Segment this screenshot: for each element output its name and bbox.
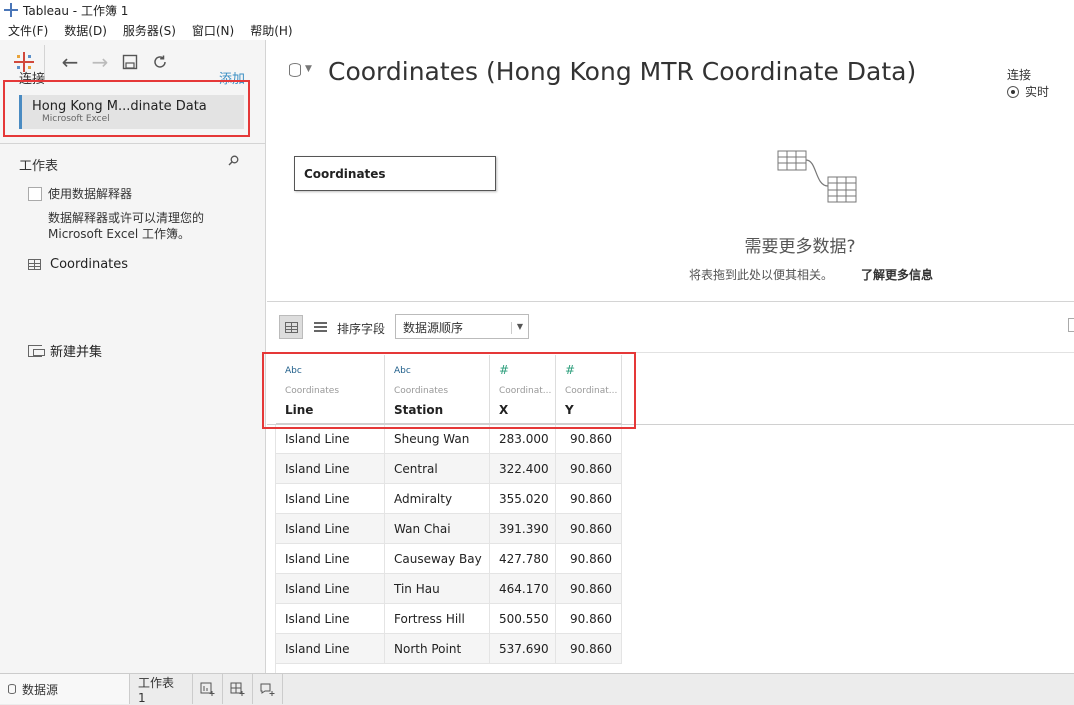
cell-y[interactable]: 90.860 <box>556 574 622 603</box>
list-view-glyph <box>313 322 327 332</box>
menu-window[interactable]: 窗口(N) <box>192 22 234 39</box>
new-sheet-icon[interactable] <box>193 674 223 704</box>
cell-station[interactable]: Wan Chai <box>385 514 490 543</box>
table-row: Island Line Fortress Hill 500.550 90.860 <box>276 604 622 634</box>
learn-more-link[interactable]: 了解更多信息 <box>861 266 933 283</box>
menu-file[interactable]: 文件(F) <box>8 22 48 39</box>
back-icon[interactable]: ← <box>55 47 85 77</box>
cell-x[interactable]: 464.170 <box>490 574 556 603</box>
cell-station[interactable]: Admiralty <box>385 484 490 513</box>
new-union-label: 新建并集 <box>50 345 103 360</box>
cell-y[interactable]: 90.860 <box>556 604 622 633</box>
cell-x[interactable]: 500.550 <box>490 604 556 633</box>
menu-server[interactable]: 服务器(S) <box>123 22 176 39</box>
cell-y[interactable]: 90.860 <box>556 634 622 663</box>
divider <box>267 301 1074 302</box>
highlight-box-columns <box>262 352 636 429</box>
live-connection-option[interactable]: 实时 <box>1007 83 1049 100</box>
grid-view-glyph <box>284 321 298 333</box>
tab-datasource[interactable]: 数据源 <box>0 674 130 704</box>
sheet-item-coordinates[interactable]: Coordinates <box>28 257 128 272</box>
sheet-grid-icon <box>28 259 41 270</box>
new-dashboard-icon[interactable] <box>223 674 253 704</box>
cell-x[interactable]: 322.400 <box>490 454 556 483</box>
cell-x[interactable]: 427.780 <box>490 544 556 573</box>
desc-line-1: 数据解释器或许可以清理您的 <box>48 211 205 225</box>
refresh-icon[interactable] <box>145 47 175 77</box>
cell-line[interactable]: Island Line <box>276 604 385 633</box>
cell-y[interactable]: 90.860 <box>556 454 622 483</box>
tab-datasource-label: 数据源 <box>22 682 59 697</box>
cell-y[interactable]: 90.860 <box>556 514 622 543</box>
sort-field-value: 数据源顺序 <box>403 321 464 335</box>
data-interpreter-checkbox[interactable] <box>28 186 42 201</box>
chevron-down-icon[interactable]: ▼ <box>305 64 312 74</box>
cell-station[interactable]: Central <box>385 454 490 483</box>
cell-y[interactable]: 90.860 <box>556 544 622 573</box>
join-icon <box>777 150 857 203</box>
table-row: Island Line Tin Hau 464.170 90.860 <box>276 574 622 604</box>
data-interpreter-option[interactable]: 使用数据解释器 <box>28 185 132 202</box>
cell-line[interactable]: Island Line <box>276 544 385 573</box>
live-radio[interactable] <box>1007 85 1019 98</box>
cell-station[interactable]: Causeway Bay <box>385 544 490 573</box>
desc-line-2: Microsoft Excel 工作簿。 <box>48 227 191 241</box>
cell-y[interactable]: 90.860 <box>556 484 622 513</box>
title-bar: Tableau - 工作簿 1 <box>0 0 1074 20</box>
sheet-item-label: Coordinates <box>50 257 129 272</box>
tab-bar: 数据源 工作表 1 <box>0 673 1074 705</box>
need-more-data-heading: 需要更多数据? <box>744 237 856 257</box>
cell-x[interactable]: 391.390 <box>490 514 556 543</box>
cell-station[interactable]: North Point <box>385 634 490 663</box>
table-row: Island Line Central 322.400 90.860 <box>276 454 622 484</box>
table-row: Island Line Causeway Bay 427.780 90.860 <box>276 544 622 574</box>
show-aliases-checkbox[interactable] <box>1068 318 1074 332</box>
chevron-down-icon[interactable]: ▼ <box>510 322 523 334</box>
data-interpreter-label: 使用数据解释器 <box>48 187 133 201</box>
cell-line[interactable]: Island Line <box>276 514 385 543</box>
menu-help[interactable]: 帮助(H) <box>250 22 292 39</box>
new-union-item[interactable]: 新建并集 <box>28 341 102 360</box>
cell-line[interactable]: Island Line <box>276 574 385 603</box>
sort-field-select[interactable]: 数据源顺序 ▼ <box>395 314 529 339</box>
row-gutter <box>267 425 276 673</box>
new-story-icon[interactable] <box>253 674 283 704</box>
cell-line[interactable]: Island Line <box>276 454 385 483</box>
save-icon[interactable] <box>115 47 145 77</box>
live-label: 实时 <box>1025 85 1050 99</box>
connection-mode-label: 连接 <box>1007 68 1032 82</box>
datasource-title[interactable]: Coordinates (Hong Kong MTR Coordinate Da… <box>328 57 916 86</box>
union-icon <box>28 344 45 357</box>
data-interpreter-description: 数据解释器或许可以清理您的 Microsoft Excel 工作簿。 <box>48 210 204 242</box>
tab-sheet-1[interactable]: 工作表 1 <box>130 674 193 705</box>
cell-station[interactable]: Tin Hau <box>385 574 490 603</box>
datasource-icon[interactable] <box>289 63 301 77</box>
search-icon[interactable] <box>228 155 239 169</box>
list-view-icon[interactable] <box>308 315 332 339</box>
cell-line[interactable]: Island Line <box>276 484 385 513</box>
cell-line[interactable]: Island Line <box>276 634 385 663</box>
table-row: Island Line Wan Chai 391.390 90.860 <box>276 514 622 544</box>
forward-icon[interactable]: → <box>85 47 115 77</box>
divider <box>0 143 266 144</box>
cell-x[interactable]: 355.020 <box>490 484 556 513</box>
tableau-app-icon <box>4 3 18 17</box>
table-row: Island Line North Point 537.690 90.860 <box>276 634 622 664</box>
sheets-label: 工作表 <box>19 159 59 174</box>
menu-data[interactable]: 数据(D) <box>64 22 107 39</box>
grid-view-icon[interactable] <box>279 315 303 339</box>
cell-station[interactable]: Fortress Hill <box>385 604 490 633</box>
table-row: Island Line Admiralty 355.020 90.860 <box>276 484 622 514</box>
window-title: Tableau - 工作簿 1 <box>23 3 129 18</box>
highlight-box-connection <box>3 80 250 137</box>
drag-hint-text: 将表拖到此处以便其相关。 <box>689 268 834 282</box>
sort-field-label: 排序字段 <box>337 322 386 336</box>
canvas-table-coordinates[interactable]: Coordinates <box>294 156 496 191</box>
database-icon <box>8 684 16 694</box>
cell-x[interactable]: 537.690 <box>490 634 556 663</box>
menu-bar: 文件(F) 数据(D) 服务器(S) 窗口(N) 帮助(H) <box>0 20 1074 40</box>
